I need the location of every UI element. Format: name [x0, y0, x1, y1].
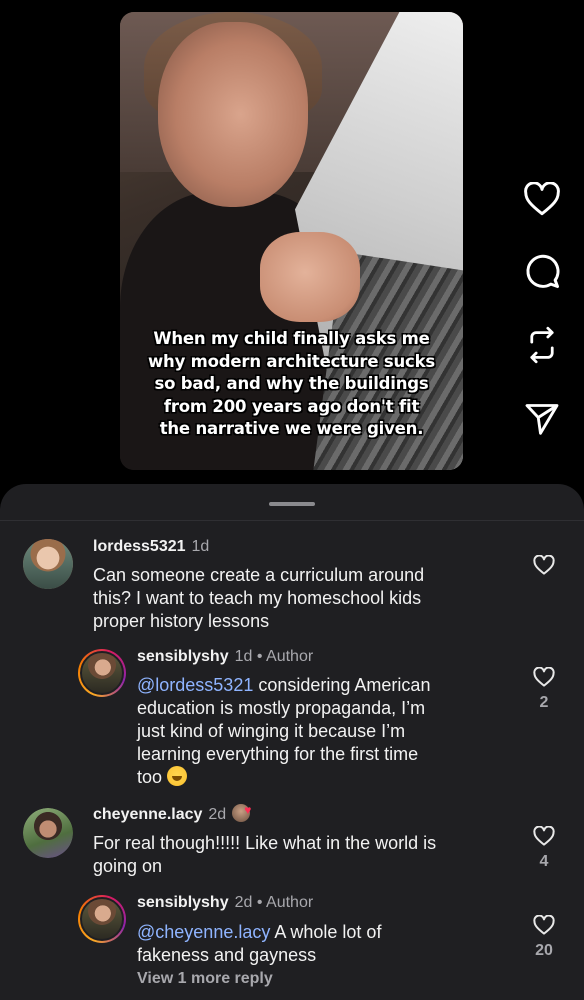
like-count: 20 [535, 942, 553, 959]
timestamp: 2d [208, 806, 227, 823]
sheet-drag-handle[interactable] [269, 502, 315, 506]
caption-line: from 200 years ago don't fit [163, 396, 420, 416]
caption-line: the narrative we were given. [159, 419, 424, 438]
comment-text-line: this? I want to teach my homeschool kids [93, 588, 422, 608]
comment-text-line: education is mostly propaganda, I’m [137, 698, 426, 718]
comment-text-line: fakeness and gayness [137, 945, 317, 965]
username[interactable]: sensiblyshy [137, 648, 229, 665]
comment-like-button[interactable]: 20 [529, 914, 559, 960]
comment-like-button[interactable]: 2 [529, 666, 559, 712]
comment-text-line: Can someone create a curriculum around [93, 565, 425, 585]
comment-meta: sensiblyshy 1d • Author [137, 647, 313, 667]
timestamp: 1d [191, 538, 210, 555]
heart-icon [524, 182, 560, 216]
caption-line: why modern architecture sucks [147, 351, 435, 371]
video-player[interactable]: When my child finally asks me why modern… [120, 12, 463, 470]
comments-sheet[interactable]: lordess5321 1d Can someone create a curri… [0, 484, 584, 1000]
heart-icon [533, 666, 555, 687]
grinning-sweat-emoji-icon [167, 766, 188, 786]
creator-liked-avatar-icon: ♥ [232, 803, 252, 822]
avatar[interactable] [23, 539, 73, 589]
comment-text: Can someone create a curriculum around t… [93, 564, 424, 633]
comment-like-button[interactable] [529, 554, 559, 580]
heart-icon [533, 825, 555, 846]
comment-text-line: For real though!!!!! Like what in the wo… [93, 833, 437, 853]
repost-icon [530, 326, 554, 364]
avatar[interactable] [23, 808, 73, 858]
like-count: 4 [539, 853, 549, 870]
comment-text: @lordess5321 considering American educat… [137, 674, 430, 789]
avatar[interactable] [78, 649, 126, 697]
comment-text-line: going on [93, 856, 163, 876]
author-badge: • Author [256, 648, 314, 665]
video-caption: When my child finally asks me why modern… [120, 328, 463, 441]
username[interactable]: sensiblyshy [137, 894, 229, 911]
username[interactable]: lordess5321 [93, 538, 186, 555]
comment-text-line: considering American [258, 675, 431, 695]
heart-icon [533, 554, 555, 575]
caption-line: so bad, and why the buildings [154, 374, 429, 393]
timestamp: 2d [234, 894, 253, 911]
comment-text: For real though!!!!! Like what in the wo… [93, 832, 436, 878]
comment-text-line: learning everything for the first time [137, 744, 419, 764]
username[interactable]: cheyenne.lacy [93, 806, 202, 823]
app-root: When my child finally asks me why modern… [0, 0, 584, 1000]
author-badge: • Author [256, 894, 314, 911]
comment-text: @cheyenne.lacy A whole lot of fakeness a… [137, 921, 381, 967]
comment-text-line: proper history lessons [93, 611, 270, 631]
video-figure-hand [260, 232, 360, 322]
share-button[interactable] [518, 395, 566, 443]
comment-like-button[interactable]: 4 [529, 825, 559, 871]
like-button[interactable] [518, 175, 566, 223]
mention-link[interactable]: @lordess5321 [137, 675, 253, 695]
repost-button[interactable] [518, 321, 566, 369]
sheet-divider [0, 520, 584, 521]
comment-icon [526, 254, 560, 289]
timestamp: 1d [234, 648, 253, 665]
comment-meta: lordess5321 1d [93, 537, 209, 557]
comment-text-line: just kind of winging it because I’m [137, 721, 406, 741]
comment-meta: cheyenne.lacy 2d ♥ [93, 803, 252, 825]
comment-meta: sensiblyshy 2d • Author [137, 893, 313, 913]
heart-icon [533, 914, 555, 935]
comment-text-line: too [137, 767, 163, 787]
video-figure-face [158, 22, 308, 207]
heart-icon: ♥ [244, 803, 252, 817]
comment-button[interactable] [518, 247, 566, 295]
caption-line: When my child finally asks me [153, 329, 430, 348]
mention-link[interactable]: @cheyenne.lacy [137, 922, 270, 942]
comment-text-line: A whole lot of [274, 922, 382, 942]
send-icon [525, 404, 559, 435]
avatar[interactable] [78, 895, 126, 943]
view-more-replies-button[interactable]: View 1 more reply [137, 970, 273, 988]
like-count: 2 [539, 694, 549, 711]
